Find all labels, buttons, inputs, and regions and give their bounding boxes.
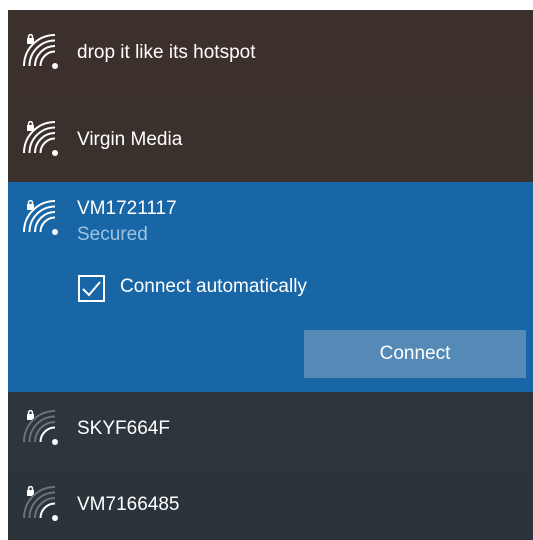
checkmark-icon <box>82 281 101 297</box>
wifi-secured-weak-icon <box>21 406 63 450</box>
network-ssid: VM1721117 <box>77 198 177 219</box>
wifi-secured-full-icon <box>21 30 63 74</box>
network-security-status: Secured <box>77 224 148 245</box>
network-item-vm1721117-selected[interactable]: VM1721117 Secured Connect automatically … <box>8 182 533 392</box>
connect-automatically-checkbox[interactable] <box>78 275 105 302</box>
wifi-secured-full-icon <box>21 196 63 240</box>
network-item-skyf664f[interactable]: SKYF664F <box>8 392 533 466</box>
connect-automatically-label[interactable]: Connect automatically <box>120 276 307 298</box>
network-ssid: drop it like its hotspot <box>77 42 256 63</box>
network-ssid: SKYF664F <box>77 418 170 439</box>
wifi-secured-full-icon <box>21 117 63 161</box>
connect-button[interactable]: Connect <box>304 330 526 378</box>
network-ssid: Virgin Media <box>77 129 183 150</box>
network-item-drop-it-like-its-hotspot[interactable]: drop it like its hotspot <box>8 10 533 96</box>
network-item-virgin-media[interactable]: Virgin Media <box>8 96 533 182</box>
wifi-network-list: drop it like its hotspot Virgin Media VM… <box>8 10 533 540</box>
wifi-secured-weak-icon <box>21 482 63 526</box>
network-item-vm7166485[interactable]: VM7166485 <box>8 466 533 540</box>
network-ssid: VM7166485 <box>77 494 180 515</box>
